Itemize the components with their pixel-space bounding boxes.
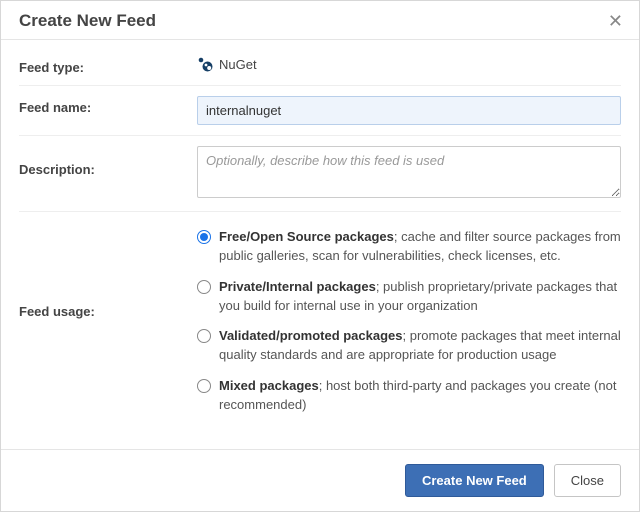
radio-icon bbox=[197, 379, 211, 393]
feed-name-label: Feed name: bbox=[19, 96, 197, 115]
modal-header: Create New Feed ✕ bbox=[1, 1, 639, 40]
row-description: Description: bbox=[19, 136, 621, 212]
usage-option-title: Free/Open Source packages bbox=[219, 229, 394, 244]
usage-option-text: Free/Open Source packages; cache and fil… bbox=[219, 228, 621, 266]
modal-title: Create New Feed bbox=[19, 11, 156, 31]
feed-type-label: Feed type: bbox=[19, 56, 197, 75]
description-label: Description: bbox=[19, 146, 197, 177]
usage-option-private[interactable]: Private/Internal packages; publish propr… bbox=[197, 272, 621, 322]
row-feed-usage: Feed usage: Free/Open Source packages; c… bbox=[19, 212, 621, 431]
radio-icon bbox=[197, 230, 211, 244]
feed-type-text: NuGet bbox=[219, 57, 257, 72]
usage-option-free[interactable]: Free/Open Source packages; cache and fil… bbox=[197, 222, 621, 272]
create-feed-modal: Create New Feed ✕ Feed type: NuGet Feed … bbox=[0, 0, 640, 512]
feed-usage-options: Free/Open Source packages; cache and fil… bbox=[197, 222, 621, 421]
usage-option-text: Validated/promoted packages; promote pac… bbox=[219, 327, 621, 365]
feed-usage-label: Feed usage: bbox=[19, 222, 197, 319]
description-textarea[interactable] bbox=[197, 146, 621, 198]
usage-option-title: Private/Internal packages bbox=[219, 279, 376, 294]
usage-option-mixed[interactable]: Mixed packages; host both third-party an… bbox=[197, 371, 621, 421]
row-feed-name: Feed name: bbox=[19, 86, 621, 136]
usage-option-text: Mixed packages; host both third-party an… bbox=[219, 377, 621, 415]
create-feed-button[interactable]: Create New Feed bbox=[405, 464, 544, 497]
row-feed-type: Feed type: NuGet bbox=[19, 46, 621, 86]
usage-option-title: Validated/promoted packages bbox=[219, 328, 403, 343]
usage-option-validated[interactable]: Validated/promoted packages; promote pac… bbox=[197, 321, 621, 371]
radio-icon bbox=[197, 329, 211, 343]
usage-option-title: Mixed packages bbox=[219, 378, 319, 393]
close-icon[interactable]: ✕ bbox=[608, 12, 623, 30]
feed-type-value: NuGet bbox=[197, 56, 621, 72]
usage-option-text: Private/Internal packages; publish propr… bbox=[219, 278, 621, 316]
modal-footer: Create New Feed Close bbox=[1, 449, 639, 511]
close-button[interactable]: Close bbox=[554, 464, 621, 497]
nuget-icon bbox=[197, 56, 213, 72]
radio-icon bbox=[197, 280, 211, 294]
modal-body: Feed type: NuGet Feed name: D bbox=[1, 40, 639, 449]
feed-name-input[interactable] bbox=[197, 96, 621, 125]
